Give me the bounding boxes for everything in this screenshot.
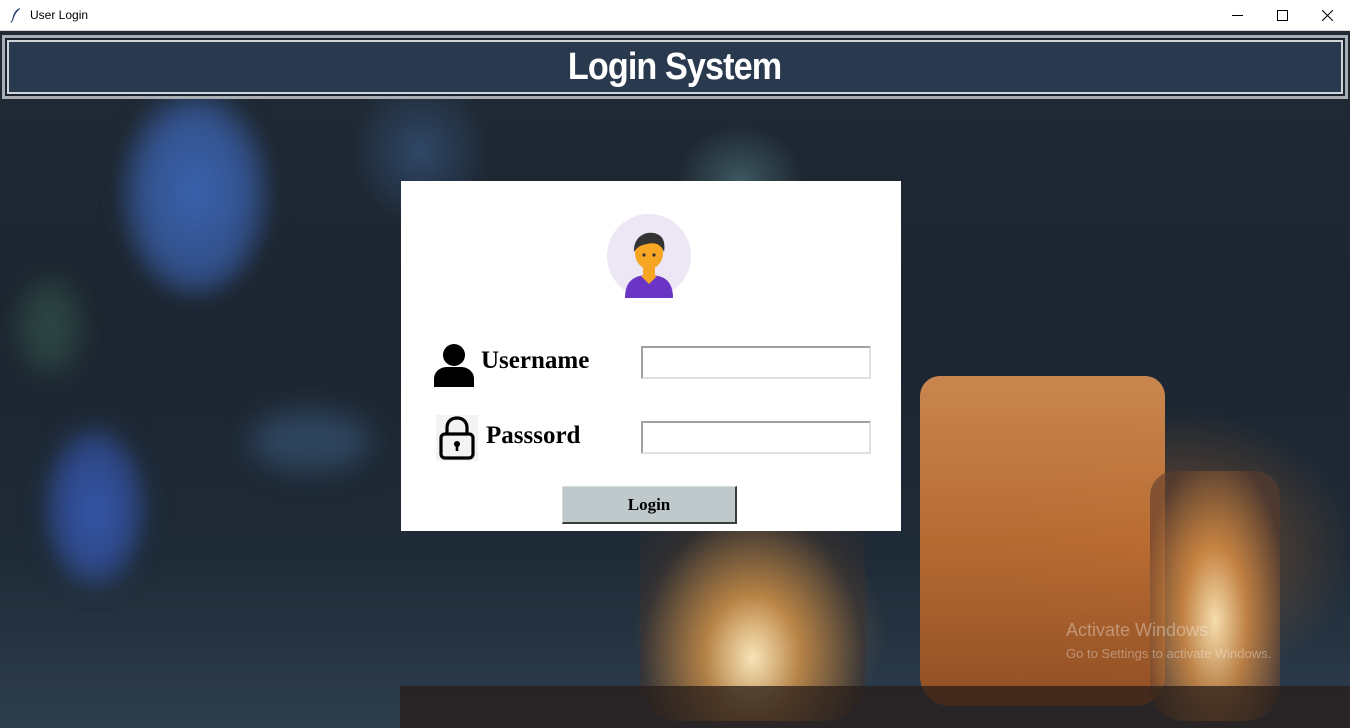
title-bar: User Login <box>0 0 1350 31</box>
maximize-icon <box>1276 9 1288 21</box>
password-label: Passsord <box>486 422 581 449</box>
activation-watermark-title: Activate Windows <box>1066 620 1209 640</box>
username-label: Username <box>481 347 590 374</box>
username-input[interactable] <box>641 346 871 379</box>
login-card: Username Passsord Login <box>401 181 901 531</box>
lock-icon <box>436 415 478 461</box>
user-icon <box>434 344 474 387</box>
password-input[interactable] <box>641 421 871 454</box>
login-button[interactable]: Login <box>562 486 737 524</box>
maximize-button[interactable] <box>1259 0 1305 30</box>
close-icon <box>1321 9 1333 21</box>
feather-icon <box>10 8 20 23</box>
activation-watermark-subtitle: Go to Settings to activate Windows. <box>1066 646 1272 661</box>
close-button[interactable] <box>1304 0 1350 30</box>
window-title: User Login <box>30 8 89 22</box>
user-avatar-icon <box>607 214 691 298</box>
minimize-button[interactable] <box>1214 0 1260 30</box>
app-window: User Login Login System Username Passsor… <box>0 0 1350 728</box>
header-banner: Login System <box>2 35 1348 99</box>
minimize-icon <box>1231 14 1243 16</box>
page-title: Login System <box>568 45 782 88</box>
